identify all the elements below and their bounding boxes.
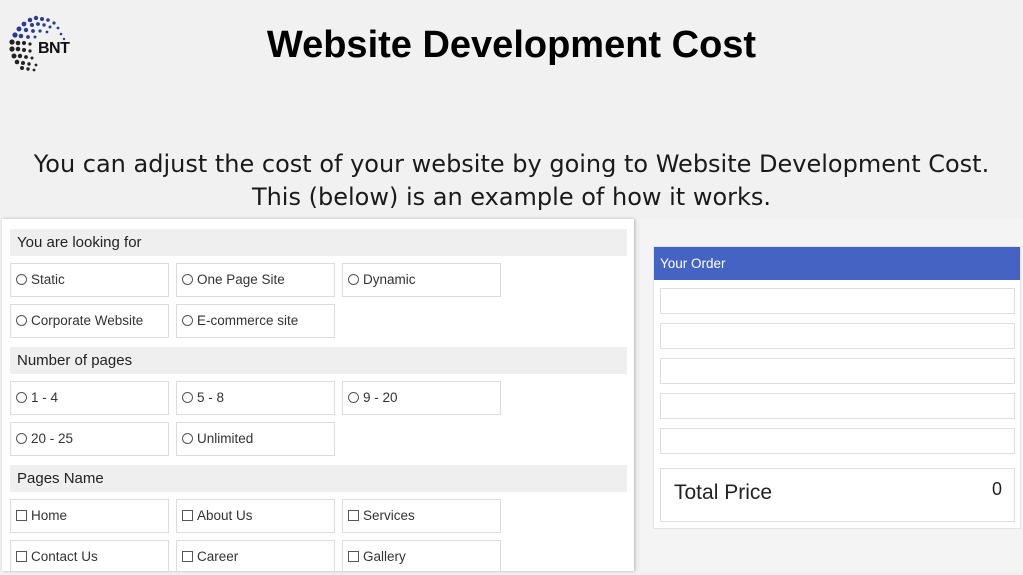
order-line-item	[660, 323, 1015, 349]
option-corporate-website[interactable]: Corporate Website	[10, 304, 169, 338]
cost-form-panel: You are looking for Static One Page Site…	[2, 219, 634, 571]
subtitle-line-2: This (below) is an example of how it wor…	[251, 183, 772, 211]
option-label: Home	[31, 508, 68, 523]
radio-icon[interactable]	[16, 274, 27, 285]
page-subtitle: You can adjust the cost of your website …	[0, 148, 1023, 214]
option-pages-1-4[interactable]: 1 - 4	[10, 381, 169, 415]
checkbox-icon[interactable]	[348, 551, 359, 562]
order-summary-box: Your Order Total Price 0	[653, 246, 1021, 529]
option-label: Static	[31, 272, 65, 287]
checkbox-contact-us[interactable]: Contact Us	[10, 540, 169, 571]
checkbox-icon[interactable]	[182, 510, 193, 521]
section-header-pages-name: Pages Name	[10, 465, 627, 492]
checkbox-icon[interactable]	[182, 551, 193, 562]
radio-icon[interactable]	[182, 274, 193, 285]
radio-icon[interactable]	[182, 392, 193, 403]
order-line-item	[660, 358, 1015, 384]
total-price-value: 0	[991, 479, 1002, 499]
checkbox-gallery[interactable]: Gallery	[342, 540, 501, 571]
radio-icon[interactable]	[16, 392, 27, 403]
option-label: 1 - 4	[31, 390, 59, 405]
option-static[interactable]: Static	[10, 263, 169, 297]
option-label: Contact Us	[31, 549, 98, 564]
option-e-commerce-site[interactable]: E-commerce site	[176, 304, 335, 338]
option-pages-9-20[interactable]: 9 - 20	[342, 381, 501, 415]
radio-icon[interactable]	[16, 315, 27, 326]
option-pages-20-25[interactable]: 20 - 25	[10, 422, 169, 456]
order-line-item	[660, 393, 1015, 419]
checkbox-about-us[interactable]: About Us	[176, 499, 335, 533]
total-price-box: Total Price 0	[660, 468, 1015, 522]
option-label: E-commerce site	[197, 313, 299, 328]
option-label: Corporate Website	[31, 313, 144, 328]
option-dynamic[interactable]: Dynamic	[342, 263, 501, 297]
checkbox-icon[interactable]	[348, 510, 359, 521]
option-pages-unlimited[interactable]: Unlimited	[176, 422, 335, 456]
section-header-looking-for: You are looking for	[10, 229, 627, 256]
option-one-page-site[interactable]: One Page Site	[176, 263, 335, 297]
radio-icon[interactable]	[182, 433, 193, 444]
option-label: About Us	[197, 508, 253, 523]
radio-icon[interactable]	[182, 315, 193, 326]
option-pages-5-8[interactable]: 5 - 8	[176, 381, 335, 415]
order-line-item	[660, 428, 1015, 454]
total-price-label: Total Price	[674, 481, 773, 504]
radio-icon[interactable]	[348, 274, 359, 285]
order-header: Your Order	[654, 247, 1020, 280]
option-label: Unlimited	[197, 431, 254, 446]
checkbox-icon[interactable]	[16, 551, 27, 562]
subtitle-line-1: You can adjust the cost of your website …	[33, 150, 990, 178]
option-label: 9 - 20	[363, 390, 398, 405]
radio-icon[interactable]	[16, 433, 27, 444]
checkbox-career[interactable]: Career	[176, 540, 335, 571]
checkbox-services[interactable]: Services	[342, 499, 501, 533]
option-label: 20 - 25	[31, 431, 74, 446]
option-label: One Page Site	[197, 272, 285, 287]
option-label: Gallery	[363, 549, 406, 564]
option-label: Services	[363, 508, 415, 523]
checkbox-icon[interactable]	[16, 510, 27, 521]
order-panel: Your Order Total Price 0	[640, 219, 1023, 571]
option-label: Dynamic	[363, 272, 416, 287]
option-label: Career	[197, 549, 239, 564]
section-header-number-of-pages: Number of pages	[10, 347, 627, 374]
checkbox-home[interactable]: Home	[10, 499, 169, 533]
option-label: 5 - 8	[197, 390, 225, 405]
page-title: Website Development Cost	[266, 24, 757, 66]
radio-icon[interactable]	[348, 392, 359, 403]
order-line-item	[660, 288, 1015, 314]
